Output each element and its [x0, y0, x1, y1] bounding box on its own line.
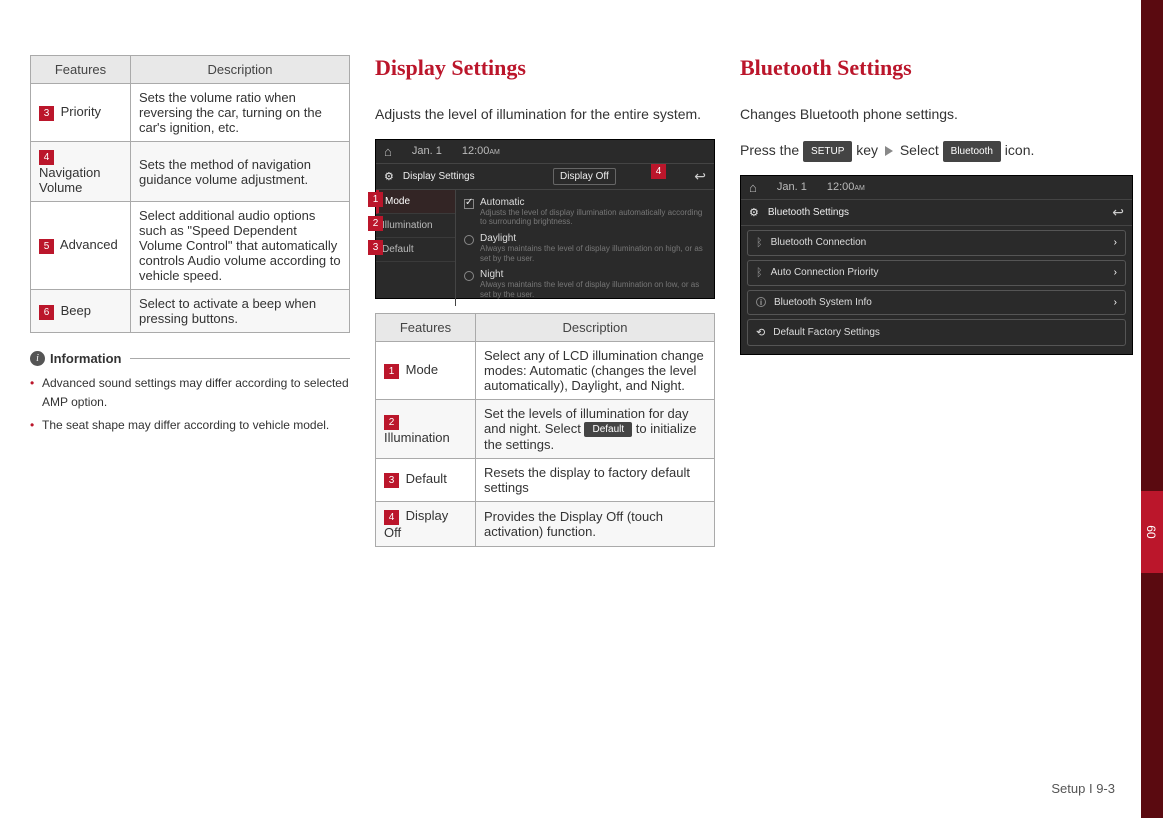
back-icon: ↩ — [1112, 204, 1124, 221]
table-row: 1 ModeSelect any of LCD illumination cha… — [376, 341, 715, 399]
chevron-right-icon: › — [1114, 267, 1117, 278]
features-table-1: Features Description 3 PrioritySets the … — [30, 55, 350, 333]
num-badge: 4 — [384, 510, 399, 525]
display-settings-screenshot: 1 2 3 4 Jan. 1 12:00AM Display Settings … — [375, 139, 715, 299]
status-time: 12:00AM — [462, 145, 500, 157]
bluetooth-icon — [756, 237, 763, 249]
bluetooth-key: Bluetooth — [943, 141, 1001, 162]
sidebar-item: Mode — [376, 190, 455, 214]
screenshot-sidebar: ModeIlluminationDefault — [376, 190, 456, 307]
th-features: Features — [31, 56, 131, 84]
num-badge: 3 — [384, 473, 399, 488]
sidebar-item: Default — [376, 238, 455, 262]
screenshot-title: Bluetooth Settings — [768, 207, 849, 218]
bluetooth-icon — [756, 267, 763, 279]
list-item: The seat shape may differ according to v… — [30, 416, 350, 435]
th-description: Description — [476, 313, 715, 341]
list-item: Bluetooth Connection› — [747, 230, 1126, 256]
info-icon: i — [30, 351, 45, 366]
callout-1: 1 — [368, 192, 383, 207]
screenshot-options: AutomaticAdjusts the level of display il… — [456, 190, 714, 307]
option-row: NightAlways maintains the level of displ… — [464, 266, 706, 302]
column-1: Features Description 3 PrioritySets the … — [30, 55, 350, 547]
display-intro: Adjusts the level of illumination for th… — [375, 103, 715, 127]
table-row: 3 PrioritySets the volume ratio when rev… — [31, 84, 350, 142]
column-2: Display Settings Adjusts the level of il… — [375, 55, 715, 547]
info-icon: i — [756, 297, 766, 307]
num-badge: 3 — [39, 106, 54, 121]
side-tabs: 09 — [1141, 0, 1163, 818]
status-time: 12:00AM — [827, 181, 865, 193]
side-tab — [1141, 245, 1163, 327]
bluetooth-settings-screenshot: Jan. 1 12:00AM Bluetooth Settings ↩ Blue… — [740, 175, 1133, 355]
num-badge: 4 — [39, 150, 54, 165]
status-date: Jan. 1 — [777, 181, 807, 193]
table-row: 4 Display OffProvides the Display Off (t… — [376, 501, 715, 546]
side-tab — [1141, 0, 1163, 82]
gear-icon — [384, 170, 397, 183]
side-tab-active: 09 — [1141, 491, 1163, 573]
table-row: 3 DefaultResets the display to factory d… — [376, 458, 715, 501]
display-off-button: Display Off — [553, 168, 616, 185]
home-icon — [749, 180, 757, 195]
features-table-2: Features Description 1 ModeSelect any of… — [375, 313, 715, 547]
screenshot-title: Display Settings — [403, 171, 475, 182]
table-row: 6 BeepSelect to activate a beep when pre… — [31, 290, 350, 333]
callout-3: 3 — [368, 240, 383, 255]
num-badge: 6 — [39, 305, 54, 320]
bluetooth-list: Bluetooth Connection› Auto Connection Pri… — [741, 226, 1132, 354]
information-header: i Information — [30, 351, 350, 366]
option-row: AutomaticAdjusts the level of display il… — [464, 194, 706, 230]
check-icon — [464, 199, 474, 209]
sidebar-item: Illumination — [376, 214, 455, 238]
section-title-display: Display Settings — [375, 55, 715, 81]
column-3: Bluetooth Settings Changes Bluetooth pho… — [740, 55, 1133, 547]
side-tab — [1141, 409, 1163, 491]
option-row: DaylightAlways maintains the level of di… — [464, 230, 706, 266]
list-item: Auto Connection Priority› — [747, 260, 1126, 286]
home-icon — [384, 144, 392, 159]
title-bar: Bluetooth Settings ↩ — [741, 200, 1132, 226]
chevron-right-icon: › — [1114, 237, 1117, 248]
status-bar: Jan. 1 12:00AM — [376, 140, 714, 164]
divider — [130, 358, 351, 359]
num-badge: 1 — [384, 364, 399, 379]
gear-icon — [749, 206, 762, 219]
callout-2: 2 — [368, 216, 383, 231]
information-list: Advanced sound settings may differ accor… — [30, 374, 350, 436]
side-tab — [1141, 573, 1163, 655]
th-description: Description — [131, 56, 350, 84]
num-badge: 5 — [39, 239, 54, 254]
status-bar: Jan. 1 12:00AM — [741, 176, 1132, 200]
side-tab — [1141, 654, 1163, 736]
reset-icon — [756, 326, 765, 339]
table-row: 4 Navigation VolumeSets the method of na… — [31, 142, 350, 202]
table-row: 2 IlluminationSet the levels of illumina… — [376, 399, 715, 458]
radio-icon — [464, 271, 474, 281]
back-icon: ↩ — [694, 168, 706, 185]
th-features: Features — [376, 313, 476, 341]
list-item: Advanced sound settings may differ accor… — [30, 374, 350, 412]
bluetooth-intro-2: Press the SETUP key Select Bluetooth ico… — [740, 139, 1133, 163]
side-tab — [1141, 327, 1163, 409]
side-tab — [1141, 164, 1163, 246]
side-tab — [1141, 82, 1163, 164]
status-date: Jan. 1 — [412, 145, 442, 157]
chevron-right-icon: › — [1114, 297, 1117, 308]
table-row: 5 AdvancedSelect additional audio option… — [31, 202, 350, 290]
list-item: iBluetooth System Info› — [747, 290, 1126, 315]
num-badge: 2 — [384, 415, 399, 430]
page-footer: Setup I 9-3 — [1051, 781, 1115, 796]
section-title-bluetooth: Bluetooth Settings — [740, 55, 1133, 81]
default-key: Default — [584, 422, 632, 437]
setup-key: SETUP — [803, 141, 852, 162]
bluetooth-intro-1: Changes Bluetooth phone settings. — [740, 103, 1133, 127]
triangle-icon — [885, 146, 893, 156]
side-tab — [1141, 736, 1163, 818]
list-item: Default Factory Settings — [747, 319, 1126, 346]
radio-icon — [464, 235, 474, 245]
callout-4: 4 — [651, 164, 666, 179]
information-title: Information — [50, 351, 122, 366]
